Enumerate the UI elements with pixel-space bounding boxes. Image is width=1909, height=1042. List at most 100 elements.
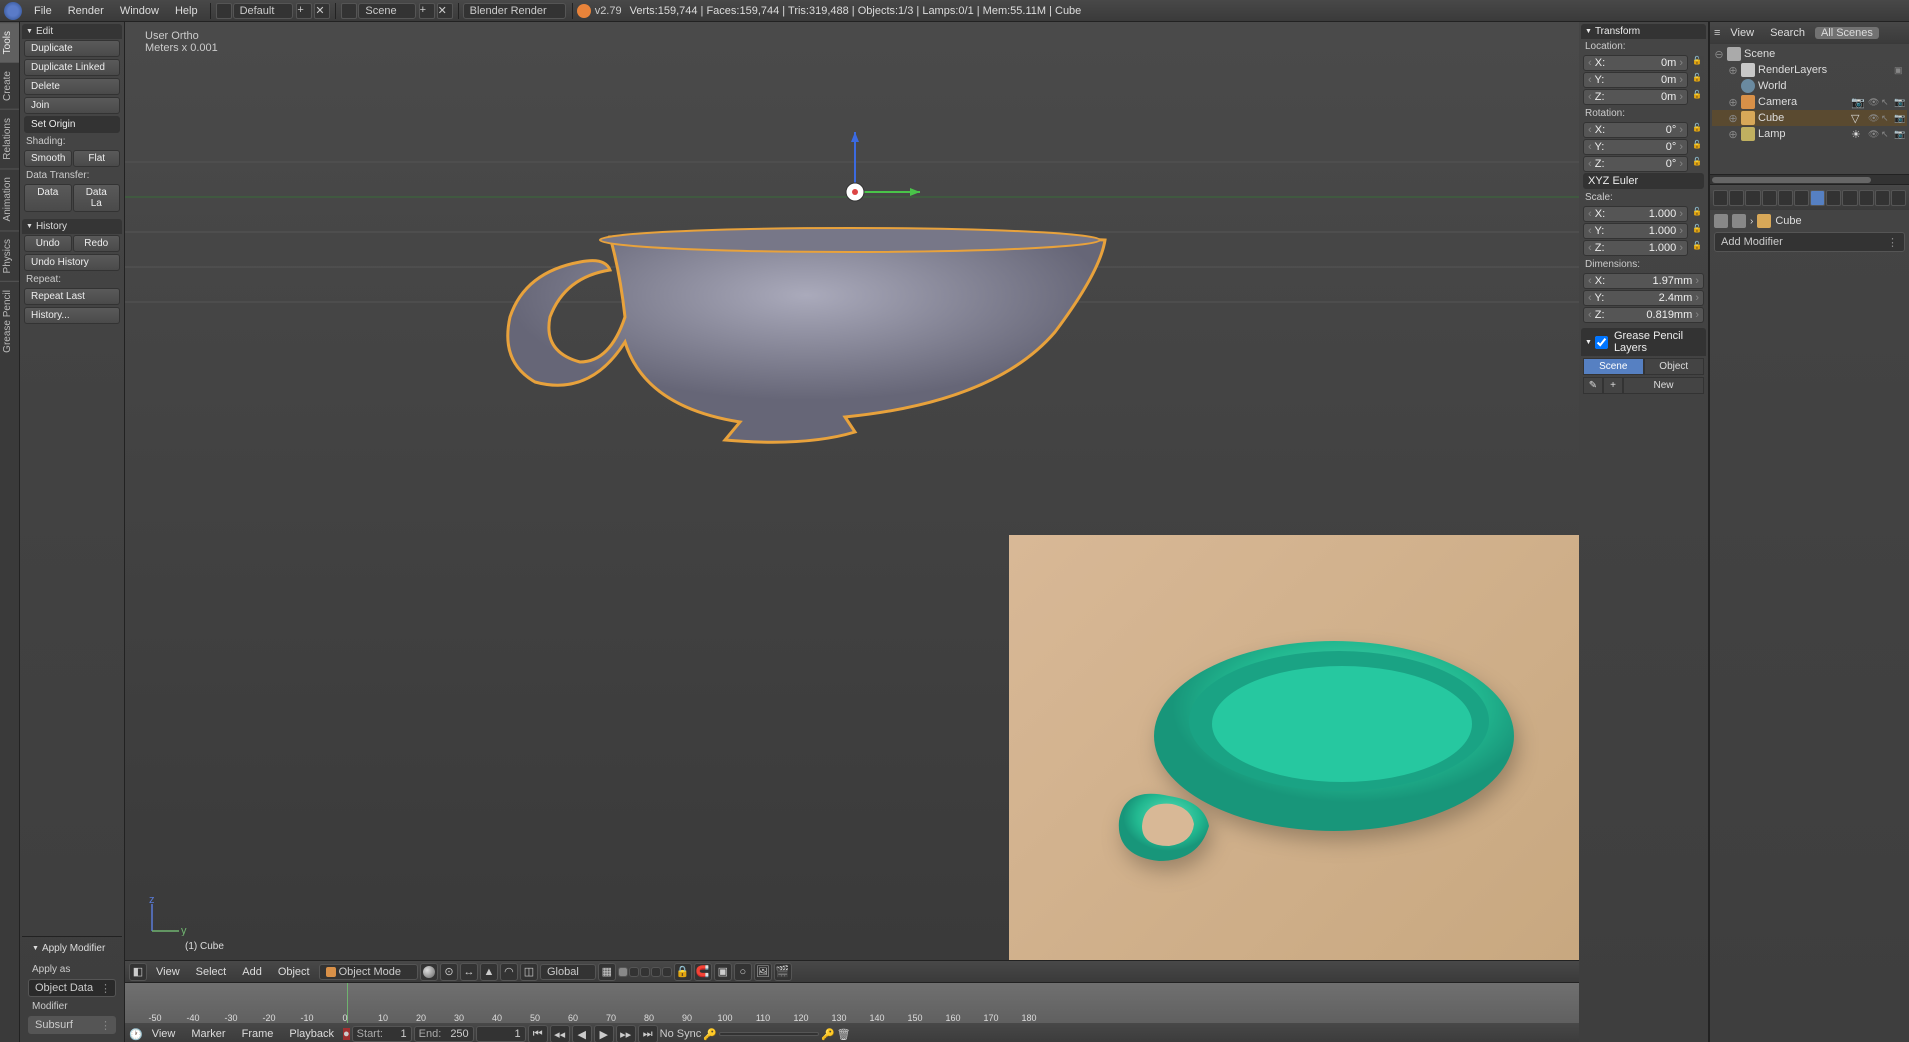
smooth-button[interactable]: Smooth [24, 150, 72, 167]
orientation-dropdown[interactable]: Global [540, 964, 596, 980]
edit-section-header[interactable]: Edit [22, 24, 122, 39]
timeline-menu-frame[interactable]: Frame [235, 1028, 281, 1040]
transform-section-header[interactable]: Transform [1581, 24, 1706, 39]
pivot-icon[interactable]: ⊙ [440, 963, 458, 981]
viewport-menu-view[interactable]: View [149, 966, 187, 978]
play-icon[interactable]: ▶ [594, 1025, 614, 1042]
snap-element-icon[interactable]: ▣ [714, 963, 732, 981]
outliner-cube-row[interactable]: ⊕Cube▽👁↖📷 [1712, 110, 1907, 126]
rotation-z-field[interactable]: Z:0° [1583, 156, 1688, 172]
dim-z-field[interactable]: Z:0.819mm [1583, 307, 1704, 323]
shading-mode-icon[interactable] [420, 963, 438, 981]
outliner-menu-view[interactable]: View [1724, 27, 1760, 39]
data-layout-button[interactable]: Data La [73, 184, 121, 212]
mode-dropdown[interactable]: Object Mode [319, 964, 418, 980]
dim-x-field[interactable]: X:1.97mm [1583, 273, 1704, 289]
scale-y-field[interactable]: Y:1.000 [1583, 223, 1688, 239]
layers-icon[interactable]: ▦ [598, 963, 616, 981]
gp-new-button[interactable]: New [1623, 377, 1704, 394]
grease-pencil-header[interactable]: Grease Pencil Layers [1581, 328, 1706, 356]
tab-tools[interactable]: Tools [0, 22, 19, 62]
scene-browse-icon[interactable] [341, 3, 357, 19]
menu-render[interactable]: Render [60, 5, 112, 17]
insert-keyframe-icon[interactable]: 🔑 [821, 1028, 835, 1041]
lock-icon[interactable]: 🔓 [1690, 90, 1704, 104]
manipulator-rotate-icon[interactable]: ◠ [500, 963, 518, 981]
tab-physics[interactable]: Physics [0, 230, 19, 281]
delete-keyframe-icon[interactable]: 🗑 [837, 1028, 851, 1041]
add-modifier-dropdown[interactable]: Add Modifier [1714, 232, 1905, 252]
menu-file[interactable]: File [26, 5, 60, 17]
duplicate-button[interactable]: Duplicate [24, 40, 120, 57]
gp-scene-button[interactable]: Scene [1583, 358, 1644, 375]
3d-viewport[interactable]: User Ortho Meters x 0.001 [125, 22, 1579, 960]
outliner-renderlayers-row[interactable]: ⊕RenderLayers▣ [1712, 62, 1907, 78]
undo-button[interactable]: Undo [24, 235, 72, 252]
keying-set-icon[interactable]: 🔑 [703, 1028, 717, 1041]
lock-icon[interactable]: 🔓 [1690, 157, 1704, 171]
manipulator-translate-icon[interactable]: ▲ [480, 963, 498, 981]
outliner-tree[interactable]: ⊖Scene ⊕RenderLayers▣ World ⊕Camera📷👁↖📷 … [1710, 44, 1909, 174]
scene-dropdown[interactable]: Scene [358, 3, 415, 19]
props-data-icon[interactable] [1826, 190, 1841, 206]
location-y-field[interactable]: Y:0m [1583, 72, 1688, 88]
set-origin-dropdown[interactable]: Set Origin [24, 116, 120, 133]
outliner-filter-dropdown[interactable]: All Scenes [1815, 27, 1879, 39]
props-texture-icon[interactable] [1859, 190, 1874, 206]
undo-history-button[interactable]: Undo History [24, 254, 120, 271]
timeline-menu-marker[interactable]: Marker [184, 1028, 232, 1040]
screen-layout-icon[interactable] [216, 3, 232, 19]
manipulator-toggle-icon[interactable]: ↔ [460, 963, 478, 981]
history-more-button[interactable]: History... [24, 307, 120, 324]
props-particles-icon[interactable] [1875, 190, 1890, 206]
teacup-model[interactable] [495, 222, 1115, 462]
menu-help[interactable]: Help [167, 5, 206, 17]
join-button[interactable]: Join [24, 97, 120, 114]
duplicate-linked-button[interactable]: Duplicate Linked [24, 59, 120, 76]
lock-icon[interactable]: 🔓 [1690, 140, 1704, 154]
menu-window[interactable]: Window [112, 5, 167, 17]
lock-icon[interactable]: 🔓 [1690, 56, 1704, 70]
render-anim-icon[interactable]: 🎬 [774, 963, 792, 981]
jump-end-icon[interactable]: ⏭ [638, 1025, 658, 1042]
add-layout-icon[interactable]: + [296, 3, 312, 19]
props-scene-icon[interactable] [1745, 190, 1760, 206]
dim-y-field[interactable]: Y:2.4mm [1583, 290, 1704, 306]
snap-icon[interactable]: 🧲 [694, 963, 712, 981]
flat-button[interactable]: Flat [73, 150, 120, 167]
tab-animation[interactable]: Animation [0, 168, 19, 229]
gp-object-button[interactable]: Object [1644, 358, 1705, 375]
rotation-x-field[interactable]: X:0° [1583, 122, 1688, 138]
rotation-mode-dropdown[interactable]: XYZ Euler [1583, 173, 1704, 189]
scale-z-field[interactable]: Z:1.000 [1583, 240, 1688, 256]
keyframe-next-icon[interactable]: ▸▸ [616, 1025, 636, 1042]
play-reverse-icon[interactable]: ◀ [572, 1025, 592, 1042]
keying-set-field[interactable] [719, 1032, 819, 1036]
render-engine-dropdown[interactable]: Blender Render [463, 3, 566, 19]
lock-icon[interactable]: 🔓 [1690, 241, 1704, 255]
manipulator-scale-icon[interactable]: ◫ [520, 963, 538, 981]
props-render-icon[interactable] [1713, 190, 1728, 206]
timeline-menu-view[interactable]: View [145, 1028, 183, 1040]
tab-grease-pencil[interactable]: Grease Pencil [0, 281, 19, 361]
add-scene-icon[interactable]: + [419, 3, 435, 19]
lock-camera-icon[interactable]: 🔒 [674, 963, 692, 981]
viewport-menu-add[interactable]: Add [235, 966, 269, 978]
gp-brush-icon[interactable]: ✎ [1583, 377, 1603, 394]
keyframe-prev-icon[interactable]: ◂◂ [550, 1025, 570, 1042]
props-material-icon[interactable] [1842, 190, 1857, 206]
outliner-scene-row[interactable]: ⊖Scene [1712, 46, 1907, 62]
outliner-scrollbar[interactable] [1710, 174, 1909, 184]
history-section-header[interactable]: History [22, 219, 122, 234]
repeat-last-button[interactable]: Repeat Last [24, 288, 120, 305]
remove-scene-icon[interactable]: ✕ [437, 3, 453, 19]
jump-start-icon[interactable]: ⏮ [528, 1025, 548, 1042]
lock-icon[interactable]: 🔓 [1690, 73, 1704, 87]
outliner-editor-icon[interactable]: ≡ [1714, 27, 1720, 39]
tab-create[interactable]: Create [0, 62, 19, 109]
outliner-menu-search[interactable]: Search [1764, 27, 1811, 39]
location-x-field[interactable]: X:0m [1583, 55, 1688, 71]
outliner-lamp-row[interactable]: ⊕Lamp☀👁↖📷 [1712, 126, 1907, 142]
lock-icon[interactable]: 🔓 [1690, 207, 1704, 221]
end-frame-field[interactable]: End:250 [414, 1026, 474, 1042]
